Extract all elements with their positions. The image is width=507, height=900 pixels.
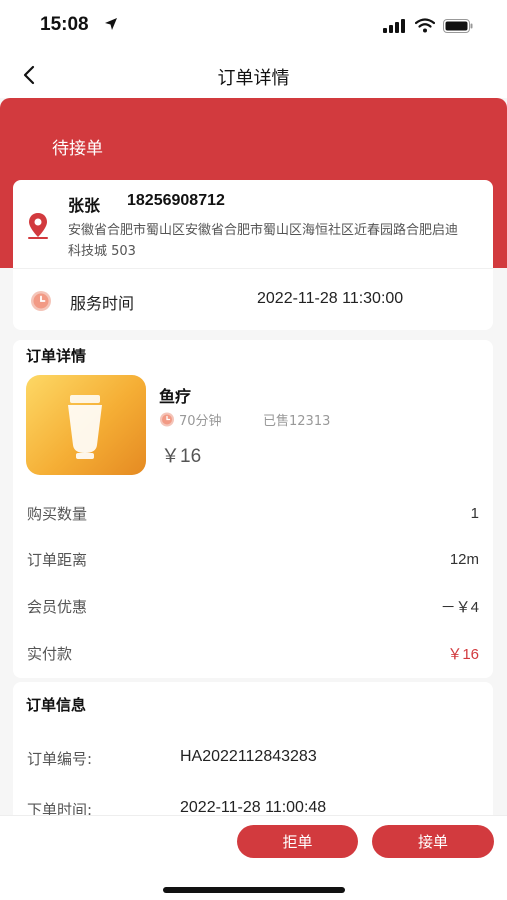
battery-icon bbox=[443, 18, 473, 33]
status-time: 15:08 bbox=[40, 14, 89, 35]
paid-amount-value: ￥16 bbox=[447, 645, 479, 663]
home-indicator bbox=[163, 887, 345, 893]
bottom-action-bar: 拒单 接单 bbox=[0, 815, 507, 900]
product-image[interactable] bbox=[26, 375, 146, 475]
paid-amount-row: 实付款 ￥16 bbox=[27, 641, 479, 665]
clock-icon bbox=[160, 412, 174, 427]
signal-icon bbox=[383, 18, 405, 33]
distance-row: 订单距离 12m bbox=[27, 547, 479, 571]
customer-name: 张张 bbox=[68, 196, 101, 215]
order-detail-title: 订单详情 bbox=[26, 347, 87, 365]
member-discount-value: －￥4 bbox=[440, 598, 479, 616]
order-status: 待接单 bbox=[52, 139, 103, 159]
order-number-value: HA2022112843283 bbox=[180, 748, 317, 765]
member-discount-row: 会员优惠 －￥4 bbox=[27, 594, 479, 618]
product-price: ￥16 bbox=[161, 446, 202, 467]
order-info-card: 订单信息 订单编号: HA2022112843283 下单时间: 2022-11… bbox=[13, 682, 493, 822]
service-time-label: 服务时间 bbox=[70, 294, 135, 313]
paid-amount-label: 实付款 bbox=[27, 644, 73, 663]
reject-button[interactable]: 拒单 bbox=[237, 825, 358, 858]
distance-value: 12m bbox=[449, 550, 479, 568]
member-discount-label: 会员优惠 bbox=[27, 597, 88, 616]
address-card: 张张 18256908712 安徽省合肥市蜀山区安徽省合肥市蜀山区海恒社区近春园… bbox=[13, 180, 493, 330]
product-sold-count: 已售12313 bbox=[263, 414, 331, 429]
customer-address: 安徽省合肥市蜀山区安徽省合肥市蜀山区海恒社区近春园路合肥启迪科技城 503 bbox=[68, 223, 459, 259]
location-pin-icon bbox=[28, 213, 48, 239]
nav-bar: 订单详情 bbox=[0, 52, 507, 98]
accept-button[interactable]: 接单 bbox=[372, 825, 494, 858]
status-bar: 15:08 bbox=[0, 0, 507, 52]
order-info-title: 订单信息 bbox=[26, 696, 87, 714]
location-arrow-icon bbox=[105, 18, 117, 30]
quantity-row: 购买数量 1 bbox=[27, 501, 479, 525]
divider bbox=[13, 268, 493, 269]
wifi-icon bbox=[415, 18, 435, 33]
product-name: 鱼疗 bbox=[159, 387, 192, 406]
quantity-label: 购买数量 bbox=[27, 504, 88, 523]
product-tube-icon bbox=[68, 395, 102, 459]
order-detail-card: 订单详情 鱼疗 70分钟 已售12313 ￥16 购买数量 1 订单距离 12m… bbox=[13, 340, 493, 678]
service-time-value: 2022-11-28 11:30:00 bbox=[257, 290, 404, 307]
status-indicators bbox=[383, 18, 473, 33]
quantity-value: 1 bbox=[470, 504, 479, 522]
customer-phone[interactable]: 18256908712 bbox=[127, 192, 225, 210]
product-duration: 70分钟 bbox=[179, 414, 222, 429]
page-title: 订单详情 bbox=[217, 68, 290, 89]
order-number-label: 订单编号: bbox=[27, 750, 93, 768]
clock-icon bbox=[31, 291, 51, 311]
distance-label: 订单距离 bbox=[27, 550, 88, 569]
